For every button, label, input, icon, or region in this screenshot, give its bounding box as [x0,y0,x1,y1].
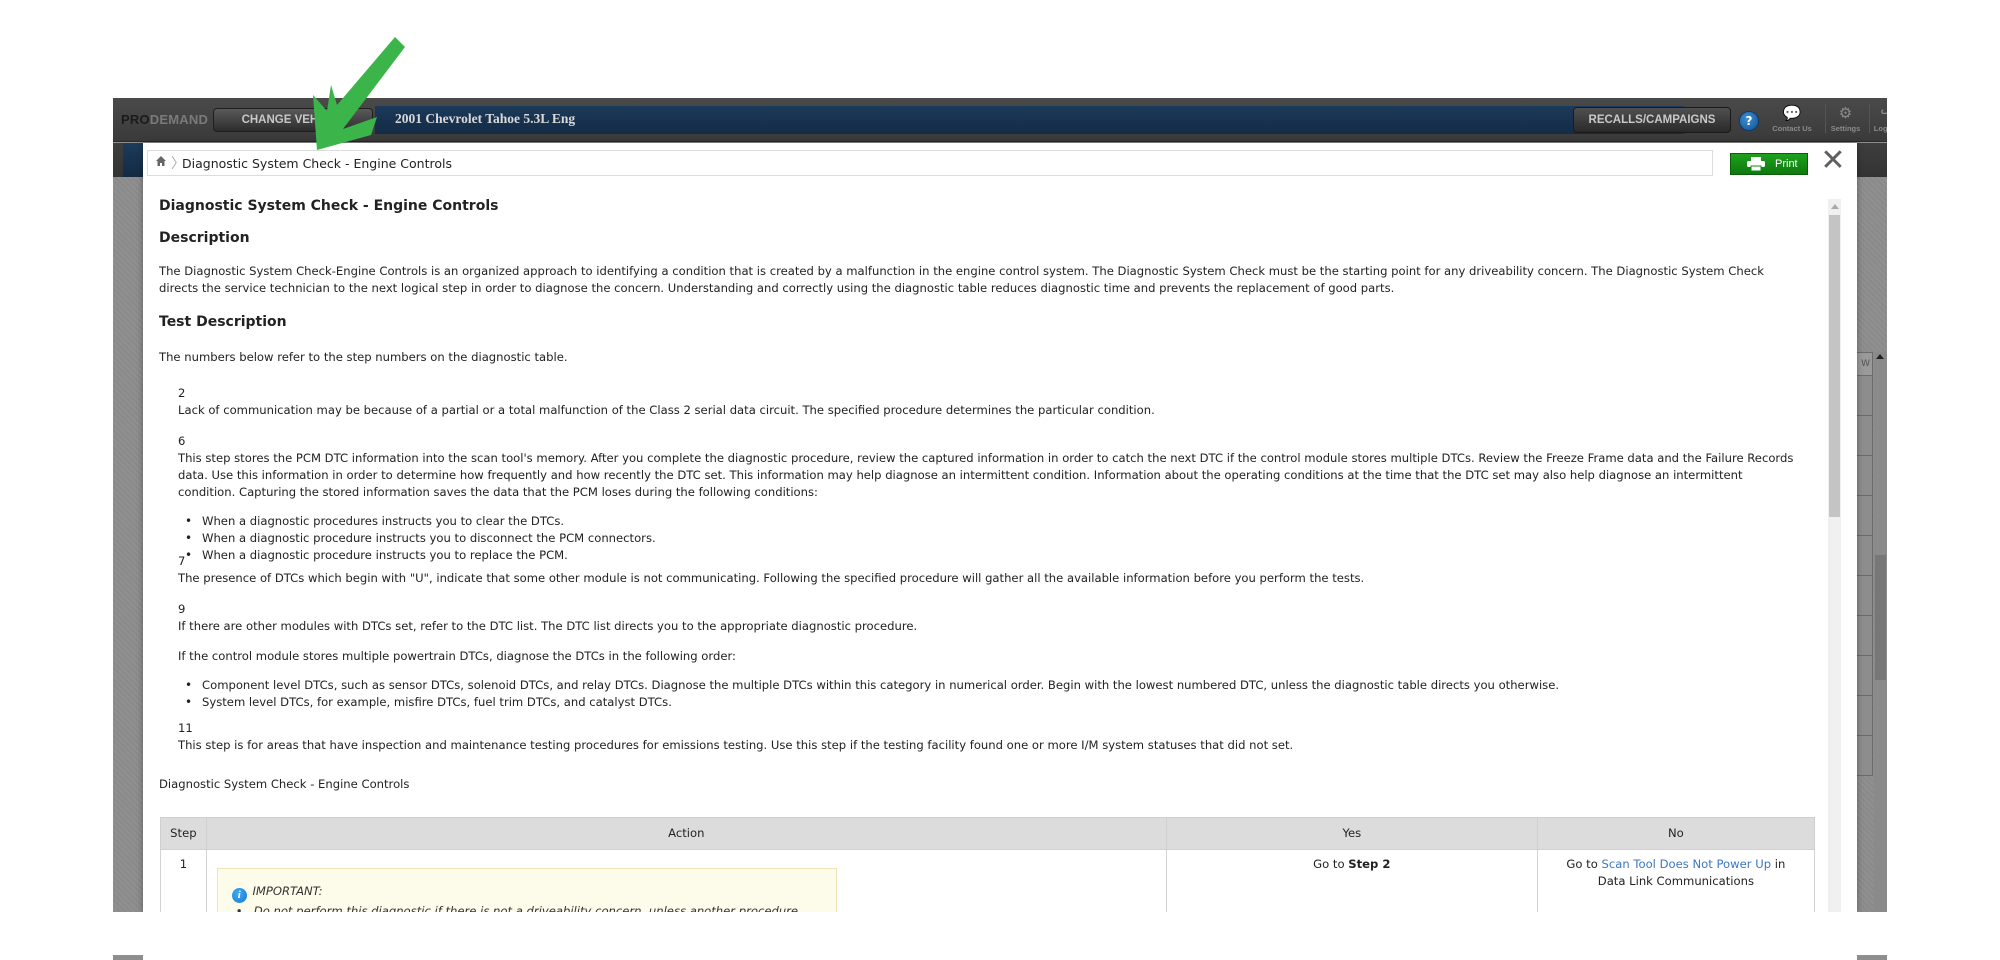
gears-icon: ⚙ [1838,104,1853,122]
yes-prefix: Go to [1313,857,1349,871]
description-heading: Description [159,230,250,246]
prodemand-logo: PRODEMAND [121,112,208,127]
list-item: Do not perform this diagnostic if there … [236,903,824,912]
logo-pro-text: PRO [121,112,150,127]
scroll-up-arrow-icon[interactable] [1876,354,1884,359]
logout-button[interactable]: ↪ Logout [1869,104,1887,133]
document-content: Diagnostic System Check - Engine Control… [159,196,1819,912]
description-text: The Diagnostic System Check-Engine Contr… [159,264,1764,295]
breadcrumb: 〉 Diagnostic System Check - Engine Contr… [147,150,1713,176]
no-prefix: Go to [1566,857,1602,871]
step-text: Lack of communication may be because of … [178,403,1155,417]
step-number: 6 [178,434,186,448]
table-caption: Diagnostic System Check - Engine Control… [159,777,410,791]
step-note-6: 6 This step stores the PCM DTC informati… [178,433,1798,564]
step-number: 7 [178,554,186,568]
step-note-2: 2 Lack of communication may be because o… [178,385,1798,419]
column-header-step: Step [160,817,207,850]
step-note-7: 7 The presence of DTCs which begin with … [178,553,1798,587]
contact-us-label: Contact Us [1772,124,1812,133]
list-item: Component level DTCs, such as sensor DTC… [185,677,1798,694]
recalls-campaigns-button[interactable]: RECALLS/CAMPAIGNS [1573,107,1731,133]
step-number: 9 [178,602,186,616]
print-label: Print [1775,158,1798,170]
home-icon[interactable] [155,155,169,169]
step-number: 11 [178,721,193,735]
settings-label: Settings [1830,124,1861,133]
step-note-11: 11 This step is for areas that have insp… [178,720,1798,754]
diagnostic-table: Step Action Yes No 1 i IMPORTANT: • Do n… [160,817,1816,912]
column-header-action: Action [205,817,1167,850]
column-header-no: No [1536,817,1816,850]
step-text: If there are other modules with DTCs set… [178,619,918,633]
step-note-9: 9 If there are other modules with DTCs s… [178,601,1798,711]
vehicle-name: 2001 Chevrolet Tahoe 5.3L Eng [395,111,576,126]
table-row: 1 i IMPORTANT: Do not perform this diagn… [160,849,1816,912]
step-text: The presence of DTCs which begin with "U… [178,571,1365,585]
list-item: System level DTCs, for example, misfire … [185,694,1798,711]
info-icon: i [231,888,247,903]
test-description-intro: The numbers below refer to the step numb… [159,350,568,364]
test-description-heading: Test Description [159,314,287,330]
logo-demand-text: DEMAND [149,112,209,127]
background-scrollbar-thumb[interactable] [1875,555,1886,680]
print-button[interactable]: Print [1730,153,1808,175]
action-cell: i IMPORTANT: Do not perform this diagnos… [205,849,1167,912]
contact-us-button[interactable]: 💬 Contact Us [1763,104,1821,133]
scan-tool-link[interactable]: Scan Tool Does Not Power Up [1602,857,1772,871]
yes-cell: Go to Step 2 [1165,849,1538,912]
important-list: Do not perform this diagnostic if there … [236,903,824,912]
chat-bubbles-icon: 💬 [1782,104,1802,122]
step-text-secondary: If the control module stores multiple po… [178,649,736,663]
annotation-arrow-icon [313,37,405,150]
modal-bottom-strip [143,955,1857,960]
step-text: This step is for areas that have inspect… [178,738,1294,752]
document-modal: 〉 Diagnostic System Check - Engine Contr… [143,143,1857,912]
breadcrumb-current: Diagnostic System Check - Engine Control… [182,156,453,171]
column-header-yes: Yes [1165,817,1538,850]
list-item: When a diagnostic procedures instructs y… [185,513,1798,530]
settings-button[interactable]: ⚙ Settings [1825,104,1865,133]
yes-step-target[interactable]: Step 2 [1348,857,1390,871]
modal-scrollbar-thumb[interactable] [1829,215,1840,517]
logout-icon: ↪ [1880,104,1887,122]
step-text: This step stores the PCM DTC information… [178,451,1794,499]
list-item: When a diagnostic procedure instructs yo… [185,530,1798,547]
close-button[interactable]: ✕ [1819,146,1847,176]
modal-scrollbar[interactable] [1828,199,1841,912]
document-title: Diagnostic System Check - Engine Control… [159,198,499,214]
background-scrollbar[interactable] [1874,352,1887,912]
important-notice: i IMPORTANT: Do not perform this diagnos… [216,868,837,912]
step-cell: 1 [160,849,207,912]
scroll-up-arrow-icon[interactable] [1831,204,1839,209]
no-cell: Go to Scan Tool Does Not Power Up in Dat… [1536,849,1816,912]
important-label: IMPORTANT: [252,884,323,898]
help-button[interactable]: ? [1739,111,1759,131]
logout-label: Logout [1873,124,1887,133]
step-9-bullets: Component level DTCs, such as sensor DTC… [185,677,1798,711]
table-header-row: Step Action Yes No [160,817,1816,850]
step-number: 2 [178,386,186,400]
screenshot-cut-band [0,912,2000,955]
printer-icon [1747,157,1765,171]
